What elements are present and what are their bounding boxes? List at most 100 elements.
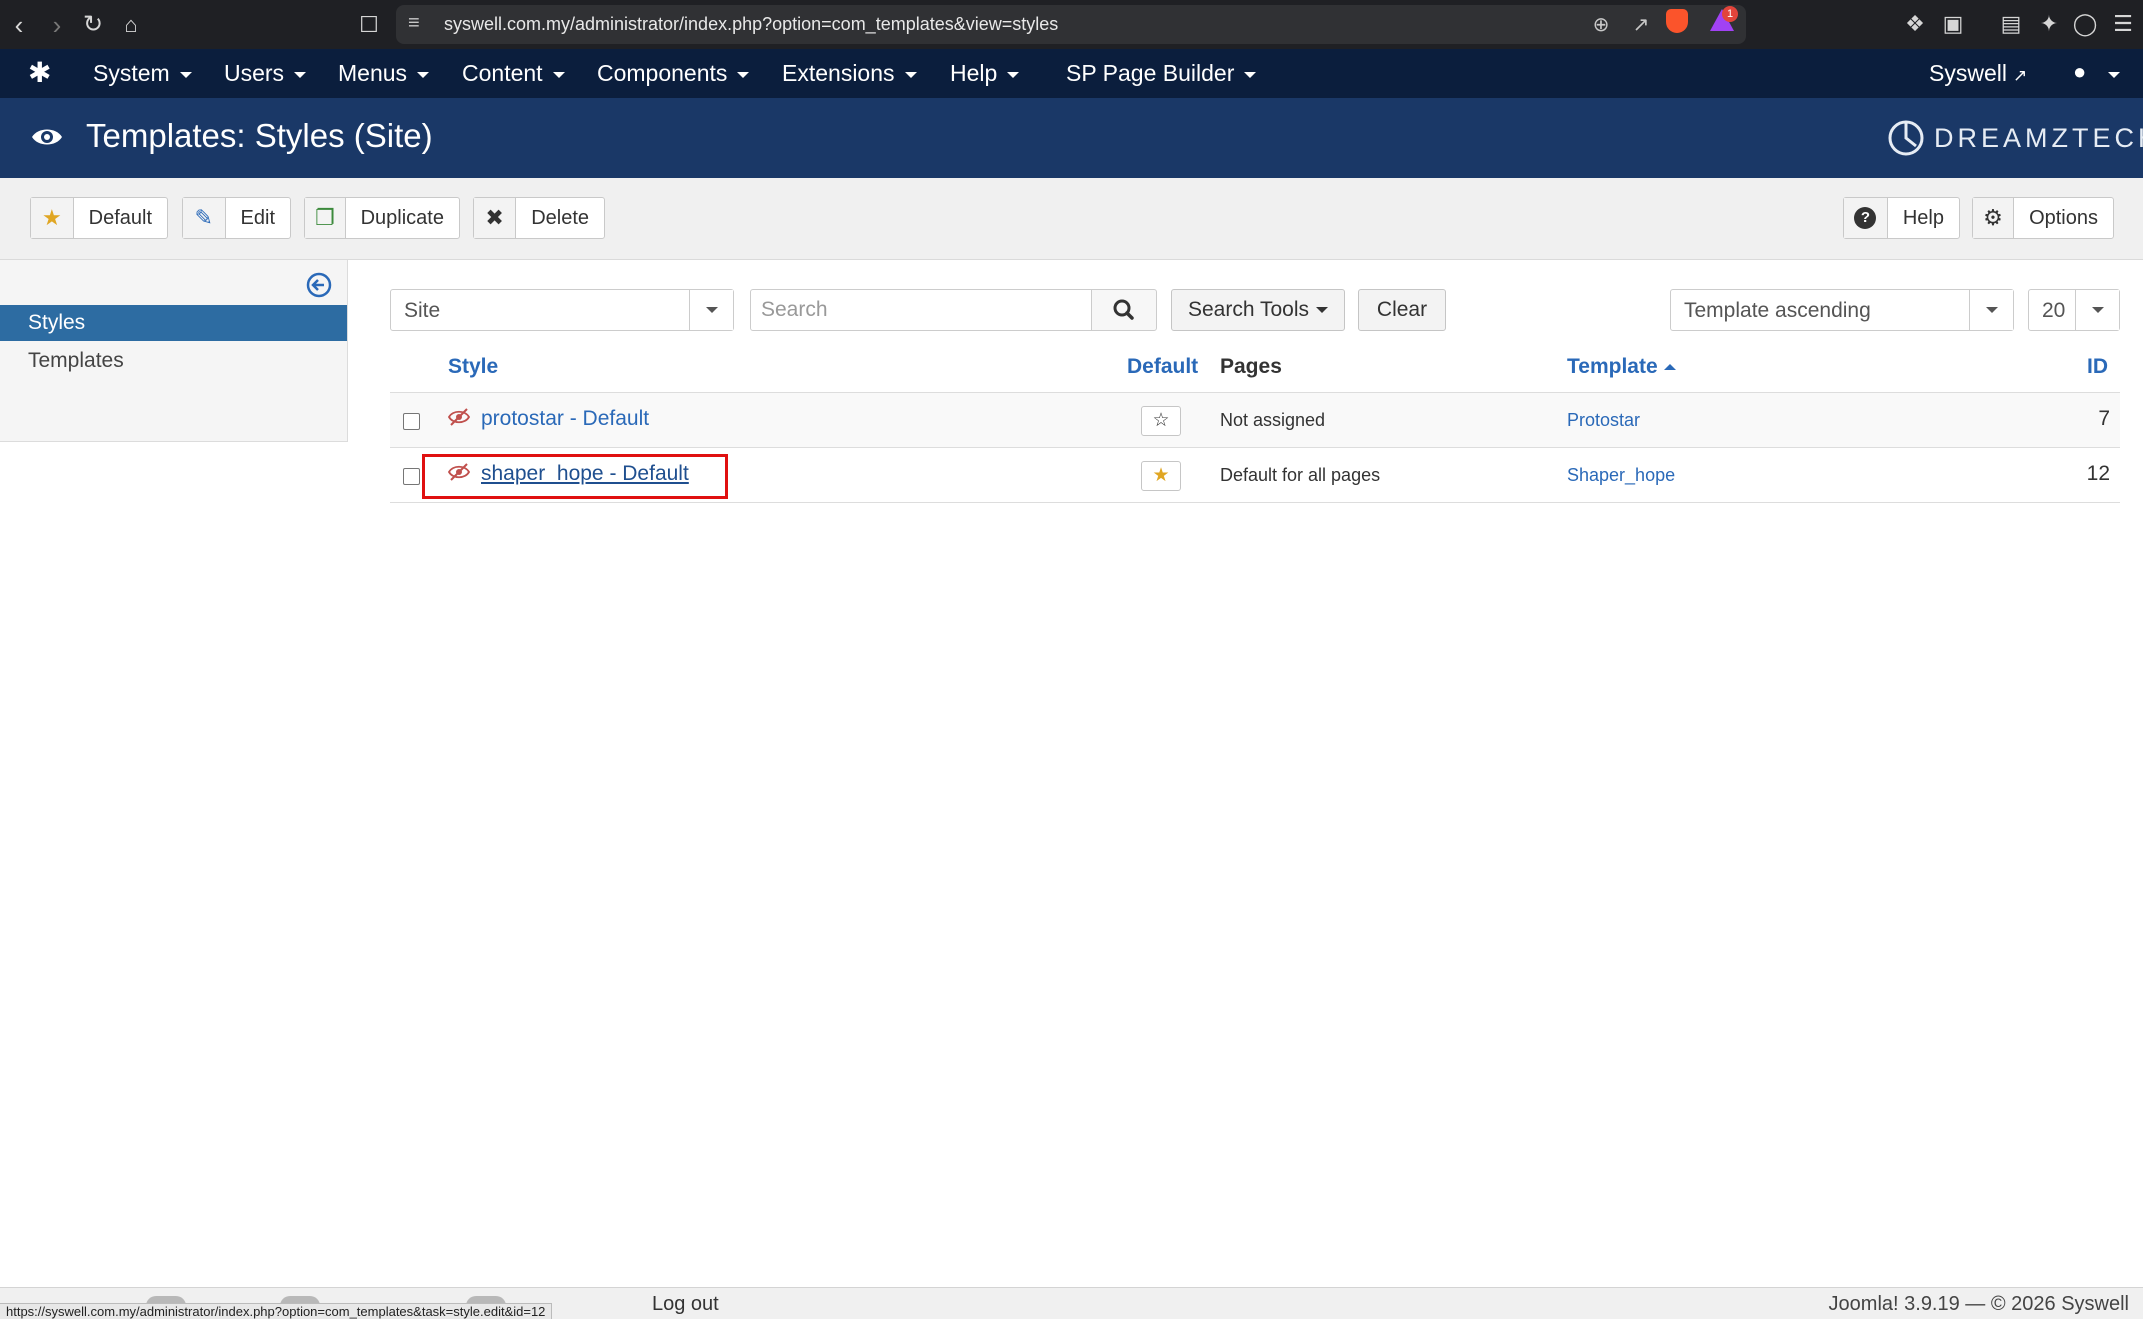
pages-cell: Not assigned <box>1220 410 1326 430</box>
collapse-sidebar-icon[interactable] <box>305 271 333 299</box>
browser-toolbar: ‹ › ↻ ⌂ ☐ ≡ syswell.com.my/administrator… <box>0 0 2143 49</box>
address-bar[interactable]: ≡ syswell.com.my/administrator/index.php… <box>396 5 1746 44</box>
chevron-down-icon <box>904 71 917 78</box>
leo-ai-icon[interactable]: ✦ <box>2034 9 2064 39</box>
sort-ascending-icon <box>1663 364 1676 371</box>
search-tools-button[interactable]: Search Tools <box>1171 289 1345 331</box>
page-header: Templates: Styles (Site) DREAMZTECH <box>0 98 2143 178</box>
url-text[interactable]: syswell.com.my/administrator/index.php?o… <box>444 14 1058 35</box>
bookmark-icon[interactable]: ☐ <box>352 8 386 42</box>
client-filter-select[interactable]: Site <box>390 289 734 331</box>
chevron-down-icon <box>179 71 192 78</box>
options-button[interactable]: ⚙ Options <box>1972 197 2114 239</box>
brand-name: DREAMZTECH <box>1934 123 2143 153</box>
chevron-down-icon <box>1244 71 1257 78</box>
duplicate-button[interactable]: ❐ Duplicate <box>304 197 460 239</box>
forward-icon[interactable]: › <box>40 8 74 42</box>
template-link[interactable]: Shaper_hope <box>1567 465 1675 486</box>
chevron-down-icon <box>294 71 307 78</box>
list-limit-select[interactable]: 20 <box>2028 289 2120 331</box>
joomla-logo-icon[interactable]: ✱ <box>28 58 58 88</box>
view-site-link[interactable]: Syswell ↗ <box>1929 60 2027 87</box>
question-icon: ? <box>1844 198 1888 238</box>
eye-slash-icon <box>448 408 470 426</box>
wallet-icon[interactable]: ▤ <box>1996 9 2026 39</box>
delete-button[interactable]: ✖ Delete <box>473 197 605 239</box>
reload-icon[interactable]: ↻ <box>76 8 110 42</box>
column-header-id[interactable]: ID <box>2087 355 2108 379</box>
chevron-down-icon <box>552 71 565 78</box>
menu-help[interactable]: Help <box>950 60 1020 87</box>
ordering-select[interactable]: Template ascending <box>1670 289 2014 331</box>
chevron-down-icon <box>417 71 430 78</box>
search-button[interactable] <box>1091 289 1157 331</box>
menu-sp-page-builder[interactable]: SP Page Builder <box>1066 60 1257 87</box>
rewards-badge: 1 <box>1722 6 1738 22</box>
style-link[interactable]: protostar - Default <box>481 407 649 431</box>
column-header-default[interactable]: Default <box>1127 355 1198 379</box>
eye-icon <box>32 129 62 145</box>
action-toolbar: ★ Default ✎ Edit ❐ Duplicate ✖ Delete ? … <box>0 178 2143 260</box>
menu-users[interactable]: Users <box>224 60 307 87</box>
site-info-icon[interactable]: ≡ <box>408 12 420 35</box>
eye-slash-icon <box>448 463 470 481</box>
chevron-down-icon <box>1007 71 1020 78</box>
set-default-button[interactable]: ☆ <box>1141 406 1181 436</box>
share-icon[interactable]: ↗ <box>1628 12 1654 38</box>
user-icon[interactable]: ● <box>2073 59 2086 85</box>
menu-components[interactable]: Components <box>597 60 750 87</box>
gear-icon: ⚙ <box>1973 198 2015 238</box>
chevron-down-icon <box>1316 307 1329 313</box>
admin-top-nav: ✱ System Users Menus Content Components … <box>0 49 2143 98</box>
column-header-template[interactable]: Template <box>1567 355 1676 379</box>
menu-menus[interactable]: Menus <box>338 60 430 87</box>
default-button[interactable]: ★ Default <box>30 197 168 239</box>
id-cell: 7 <box>2098 407 2110 430</box>
copy-icon: ❐ <box>305 198 346 238</box>
style-link[interactable]: shaper_hope - Default <box>481 462 689 486</box>
table-row: protostar - Default ☆ Not assigned Proto… <box>390 393 2120 448</box>
edit-icon: ✎ <box>183 198 226 238</box>
row-checkbox[interactable] <box>403 468 420 485</box>
menu-system[interactable]: System <box>93 60 192 87</box>
template-link[interactable]: Protostar <box>1567 410 1640 431</box>
table-row: shaper_hope - Default ★ Default for all … <box>390 448 2120 503</box>
star-outline-icon: ☆ <box>1152 410 1170 431</box>
clear-button[interactable]: Clear <box>1358 289 1446 331</box>
chevron-down-icon[interactable] <box>2075 290 2119 330</box>
menu-extensions[interactable]: Extensions <box>782 60 917 87</box>
extensions-icon[interactable]: ❖ <box>1900 9 1930 39</box>
sidebar-item-styles[interactable]: Styles <box>0 305 347 341</box>
sidebar-item-templates[interactable]: Templates <box>0 343 347 379</box>
search-icon <box>1113 299 1134 320</box>
id-cell: 12 <box>2086 462 2110 485</box>
page-title: Templates: Styles (Site) <box>86 117 433 154</box>
edit-button[interactable]: ✎ Edit <box>182 197 291 239</box>
back-icon[interactable]: ‹ <box>2 8 36 42</box>
home-icon[interactable]: ⌂ <box>114 8 148 42</box>
brave-shields-icon[interactable] <box>1666 9 1688 33</box>
search-input[interactable] <box>750 289 1092 331</box>
browser-menu-icon[interactable]: ☰ <box>2108 9 2138 39</box>
close-icon: ✖ <box>474 198 517 238</box>
pages-cell: Default for all pages <box>1220 465 1381 485</box>
link-preview-status: https://syswell.com.my/administrator/ind… <box>0 1303 553 1319</box>
external-link-icon: ↗ <box>2012 66 2028 85</box>
chevron-down-icon <box>737 71 750 78</box>
column-header-pages: Pages <box>1220 355 1282 378</box>
table-header: Style Default Pages Template ID <box>390 345 2120 393</box>
reader-mode-icon[interactable]: ▣ <box>1938 9 1968 39</box>
vpn-shield-icon[interactable]: ◯ <box>2070 9 2100 39</box>
star-icon: ★ <box>31 198 74 238</box>
menu-content[interactable]: Content <box>462 60 565 87</box>
star-icon: ★ <box>1152 465 1170 486</box>
logout-link[interactable]: Log out <box>652 1293 719 1316</box>
chevron-down-icon[interactable] <box>689 290 733 330</box>
row-checkbox[interactable] <box>403 413 420 430</box>
zoom-icon[interactable]: ⊕ <box>1588 12 1614 38</box>
help-button[interactable]: ? Help <box>1843 197 1960 239</box>
chevron-down-icon[interactable] <box>2108 72 2120 78</box>
default-style-button[interactable]: ★ <box>1141 461 1181 491</box>
column-header-style[interactable]: Style <box>448 355 498 379</box>
chevron-down-icon[interactable] <box>1969 290 2013 330</box>
